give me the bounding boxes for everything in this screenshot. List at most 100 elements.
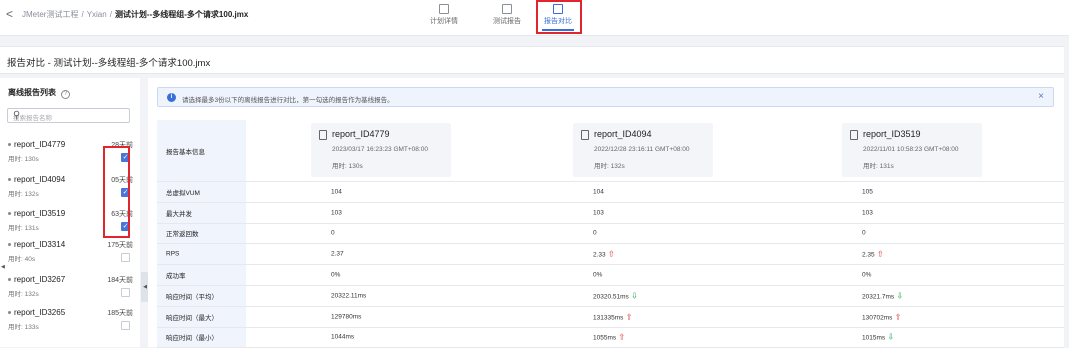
row-label-text: 成功率 xyxy=(166,273,186,281)
sidebar-heading: 离线报告列表? xyxy=(8,87,70,99)
cell-value: 129780ms xyxy=(331,313,362,321)
calendar-icon xyxy=(439,4,449,14)
close-icon[interactable]: × xyxy=(1038,91,1044,102)
table-cell: 1055ms ⇧ xyxy=(593,333,625,342)
trend-up-icon: ⇧ xyxy=(605,249,615,259)
info-notice: i 请选择最多3份以下的离线报告进行对比，第一勾选的报告作为基线报告。 × xyxy=(157,87,1054,107)
back-icon[interactable]: < xyxy=(6,7,13,21)
row-label: 报告基本信息 xyxy=(157,120,246,181)
report-card-date: 2023/03/17 16:23:23 GMT+08:00 xyxy=(332,146,428,153)
report-card: report_ID4094 2022/12/28 23:16:11 GMT+08:… xyxy=(573,123,713,177)
report-list-item[interactable]: report_ID3314 用时: 40s 175天前 xyxy=(8,240,133,270)
row-label: 响应时间（最小） xyxy=(157,327,246,348)
table-row: 总虚拟VUM 104 104 105 xyxy=(157,182,1064,203)
report-list-item[interactable]: report_ID3267 用时: 132s 184天前 xyxy=(8,275,133,305)
trend-down-icon: ⇩ xyxy=(885,332,895,342)
document-icon xyxy=(581,130,589,140)
table-cell: 20322.11ms xyxy=(331,292,366,299)
tab-plan-details[interactable]: 计划详情 xyxy=(422,2,466,32)
cell-value: 0 xyxy=(331,229,335,237)
cell-value: 1015ms xyxy=(862,334,886,342)
report-name: report_ID3314 xyxy=(8,240,65,249)
document-icon xyxy=(502,4,512,14)
cell-value: 103 xyxy=(593,209,604,217)
compare-panel: i 请选择最多3份以下的离线报告进行对比，第一勾选的报告作为基线报告。 × 报告… xyxy=(148,78,1064,348)
row-label-text: 正常返回数 xyxy=(166,231,199,239)
row-label: 成功率 xyxy=(157,265,246,285)
page-title: 报告对比 - 测试计划--多线程组-多个请求100.jmx xyxy=(7,58,211,69)
table-cell: 130702ms ⇧ xyxy=(862,312,901,321)
table-cell: 0 xyxy=(862,230,866,237)
tab-test-report[interactable]: 测试报告 xyxy=(485,2,529,32)
table-cell: 129780ms xyxy=(331,313,361,320)
cell-value: 20322.11ms xyxy=(331,292,367,300)
info-icon: i xyxy=(167,93,176,102)
cell-value: 105 xyxy=(862,188,873,196)
report-card-duration: 用时: 131s xyxy=(863,163,894,170)
trend-up-icon: ⇧ xyxy=(874,249,884,259)
table-cell: 104 xyxy=(593,188,604,195)
top-bar: < JMeter测试工程 / Yxian / 测试计划--多线程组-多个请求100.jm… xyxy=(0,0,1069,36)
breadcrumb-item[interactable]: Yxian xyxy=(87,10,107,19)
search-input[interactable]: 搜索报告名称 ⚲ xyxy=(7,108,130,123)
report-card-date: 2022/11/01 10:58:23 GMT+08:00 xyxy=(863,146,959,153)
row-label: 响应时间（平均） xyxy=(157,286,246,306)
cell-value: 103 xyxy=(862,209,873,217)
table-row: 成功率 0% 0% 0% xyxy=(157,265,1064,286)
report-name: report_ID4779 xyxy=(8,140,65,149)
report-checkbox[interactable] xyxy=(121,253,130,262)
report-card-name: report_ID4094 xyxy=(594,129,652,139)
trend-down-icon: ⇩ xyxy=(628,291,638,301)
report-card: report_ID3519 2022/11/01 10:58:23 GMT+08:… xyxy=(842,123,982,177)
help-icon[interactable]: ? xyxy=(61,90,70,99)
row-label: 响应时间（最大） xyxy=(157,306,246,327)
search-icon[interactable]: ⚲ xyxy=(13,110,126,121)
notice-text: 请选择最多3份以下的离线报告进行对比，第一勾选的报告作为基线报告。 xyxy=(182,97,394,104)
table-cell: 1015ms ⇩ xyxy=(862,333,894,342)
breadcrumb-current: 测试计划--多线程组-多个请求100.jmx xyxy=(114,10,249,19)
report-card-duration: 用时: 130s xyxy=(332,163,363,170)
table-cell: 2.33 ⇧ xyxy=(593,250,615,259)
report-name: report_ID3267 xyxy=(8,275,65,284)
report-checkbox[interactable] xyxy=(121,288,130,297)
cell-value: 1055ms xyxy=(593,334,617,342)
report-name: report_ID3519 xyxy=(8,209,65,218)
table-cell: 103 xyxy=(862,209,873,216)
tab-label: 测试报告 xyxy=(493,18,521,25)
cell-value: 0% xyxy=(862,271,872,279)
table-cell: 103 xyxy=(331,209,342,216)
report-age: 184天前 xyxy=(107,277,133,284)
cell-value: 0 xyxy=(862,229,866,237)
breadcrumb-item[interactable]: JMeter测试工程 xyxy=(22,10,78,19)
sidebar-heading-label: 离线报告列表 xyxy=(8,88,56,97)
report-card-name: report_ID3519 xyxy=(863,129,921,139)
cell-value: 2.35 xyxy=(862,251,875,259)
cell-value: 1044ms xyxy=(331,333,355,341)
trend-up-icon: ⇧ xyxy=(892,312,902,322)
row-label-text: 响应时间（最大） xyxy=(166,314,218,322)
table-cell: 0 xyxy=(331,230,335,237)
report-duration: 用时: 130s xyxy=(8,156,39,163)
report-duration: 用时: 131s xyxy=(8,225,39,232)
row-label-text: 总虚拟VUM xyxy=(166,189,200,197)
table-cell: 2.35 ⇧ xyxy=(862,250,884,259)
report-age: 175天前 xyxy=(107,242,133,249)
report-list-item[interactable]: report_ID3265 用时: 133s 185天前 xyxy=(8,308,133,338)
table-row: 响应时间（最小） 1044ms 1055ms ⇧ 1015ms ⇩ xyxy=(157,327,1064,348)
report-duration: 用时: 132s xyxy=(8,291,39,298)
chevron-left-icon[interactable]: ◀ xyxy=(1,264,5,270)
report-age: 185天前 xyxy=(107,310,133,317)
table-row: RPS 2.37 2.33 ⇧ 2.35 ⇧ xyxy=(157,244,1064,266)
table-row: 响应时间（最大） 129780ms 131335ms ⇧ 130702ms ⇧ xyxy=(157,306,1064,328)
report-card-duration: 用时: 132s xyxy=(594,163,625,170)
report-card-date: 2022/12/28 23:16:11 GMT+08:00 xyxy=(594,146,690,153)
document-icon xyxy=(319,130,327,140)
row-label: 最大并发 xyxy=(157,202,246,223)
document-icon xyxy=(850,130,858,140)
cell-value: 103 xyxy=(331,209,342,217)
highlight-box xyxy=(536,0,582,34)
row-label-text: 响应时间（平均） xyxy=(166,293,218,301)
trend-down-icon: ⇩ xyxy=(894,291,904,301)
cell-value: 20321.7ms xyxy=(862,293,895,301)
report-checkbox[interactable] xyxy=(121,321,130,330)
